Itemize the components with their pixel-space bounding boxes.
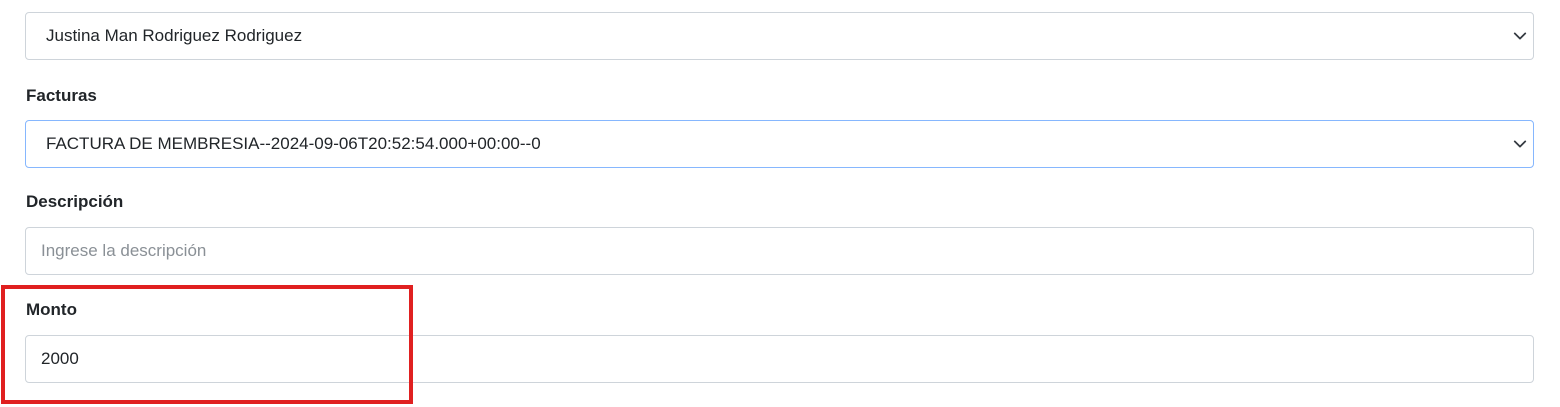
descripcion-input[interactable] <box>41 241 1533 261</box>
facturas-label: Facturas <box>26 86 97 105</box>
cliente-select-value: Justina Man Rodriguez Rodriguez <box>46 26 303 45</box>
chevron-down-icon <box>1513 32 1527 40</box>
monto-input[interactable] <box>41 349 1533 369</box>
cliente-select[interactable]: Justina Man Rodriguez Rodriguez <box>25 12 1534 60</box>
descripcion-label: Descripción <box>26 192 124 211</box>
monto-field-wrapper <box>25 335 1534 383</box>
facturas-select[interactable]: FACTURA DE MEMBRESIA--2024-09-06T20:52:5… <box>25 120 1534 168</box>
monto-label: Monto <box>26 300 77 319</box>
descripcion-field-wrapper <box>25 227 1534 275</box>
facturas-select-value: FACTURA DE MEMBRESIA--2024-09-06T20:52:5… <box>46 134 541 153</box>
chevron-down-icon <box>1513 140 1527 148</box>
